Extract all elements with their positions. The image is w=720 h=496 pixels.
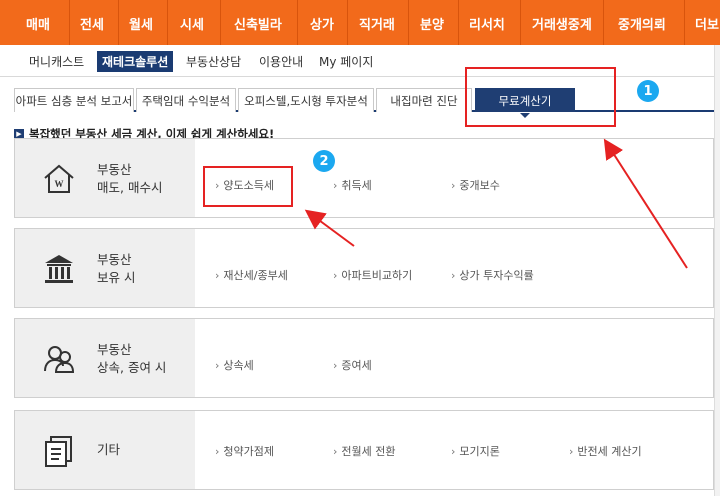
step-badge-1: 1 <box>637 80 659 102</box>
link-apartment-compare[interactable]: 아파트비교하기 <box>333 267 412 283</box>
link-semi-jeonse-calculator[interactable]: 반전세 계산기 <box>569 443 641 459</box>
tab-rental-income[interactable]: 주택임대 수익분석 <box>136 88 236 112</box>
nav-item-brokerage-request[interactable]: 중개의뢰 <box>618 14 666 33</box>
nav-item-more[interactable]: 더보 <box>695 14 719 33</box>
link-property-tax[interactable]: 재산세/종부세 <box>215 267 287 283</box>
subnav-my-page[interactable]: My 페이지 <box>314 51 378 72</box>
link-brokerage-fee[interactable]: 중개보수 <box>451 177 499 193</box>
tab-officetel-investment[interactable]: 오피스텔,도시형 투자분석 <box>238 88 374 112</box>
documents-icon <box>45 436 72 467</box>
nav-item-new-villa[interactable]: 신축빌라 <box>234 14 282 33</box>
nav-item-live-deals[interactable]: 거래생중계 <box>532 14 592 33</box>
link-mortgage-loan[interactable]: 모기지론 <box>451 443 499 459</box>
subnav-money-cast[interactable]: 머니캐스트 <box>24 51 89 72</box>
section-header: 부동산 보유 시 <box>15 229 195 307</box>
category-line1: 부동산 <box>97 252 132 267</box>
category-line1: 부동산 <box>97 162 132 177</box>
bank-building-icon <box>45 255 73 283</box>
category-line1: 부동산 <box>97 342 132 357</box>
svg-text:W: W <box>55 179 64 189</box>
subnav-finance-solution[interactable]: 재테크솔루션 <box>97 51 174 72</box>
category-line2: 매도, 매수시 <box>97 180 163 195</box>
category-line2: 상속, 증여 시 <box>97 360 167 375</box>
section-sale-purchase: W 부동산 매도, 매수시 양도소득세 취득세 중개보수 <box>14 138 714 218</box>
nav-item-sale[interactable]: 매매 <box>26 14 50 33</box>
subnav-real-estate-consult[interactable]: 부동산상담 <box>181 51 246 72</box>
link-inheritance-tax[interactable]: 상속세 <box>215 357 253 373</box>
nav-item-jeonse[interactable]: 전세 <box>80 14 104 33</box>
link-subscription-points[interactable]: 청약가점제 <box>215 443 274 459</box>
house-icon: W <box>44 164 74 193</box>
highlight-box-capital-gains <box>203 166 293 207</box>
link-gift-tax[interactable]: 증여세 <box>333 357 371 373</box>
link-commercial-yield[interactable]: 상가 투자수익률 <box>451 267 533 283</box>
section-header: 부동산 상속, 증여 시 <box>15 319 195 397</box>
category-line2: 보유 시 <box>97 270 136 285</box>
nav-item-market-price[interactable]: 시세 <box>180 14 204 33</box>
nav-item-monthly-rent[interactable]: 월세 <box>129 14 153 33</box>
nav-item-research[interactable]: 리서치 <box>469 14 505 33</box>
step-badge-2: 2 <box>313 150 335 172</box>
top-navigation: 매매 전세 월세 시세 신축빌라 상가 직거래 분양 리서치 거래생중계 중개의… <box>0 0 720 45</box>
nav-item-presale[interactable]: 분양 <box>420 14 444 33</box>
section-header: 기타 <box>15 411 195 489</box>
section-holding: 부동산 보유 시 재산세/종부세 아파트비교하기 상가 투자수익률 <box>14 228 714 308</box>
tab-apartment-report[interactable]: 아파트 심층 분석 보고서 <box>14 88 134 112</box>
link-lease-conversion[interactable]: 전월세 전환 <box>333 443 395 459</box>
tab-home-purchase-diagnosis[interactable]: 내집마련 진단 <box>376 88 472 112</box>
people-icon <box>44 346 75 373</box>
category-line1: 기타 <box>97 442 121 457</box>
section-inheritance-gift: 부동산 상속, 증여 시 상속세 증여세 <box>14 318 714 398</box>
scrollbar-track[interactable] <box>714 45 720 496</box>
section-other: 기타 청약가점제 전월세 전환 모기지론 반전세 계산기 <box>14 410 714 490</box>
nav-item-direct-deal[interactable]: 직거래 <box>359 14 395 33</box>
subnav-usage-guide[interactable]: 이용안내 <box>254 51 308 72</box>
section-header: W 부동산 매도, 매수시 <box>15 139 195 217</box>
link-acquisition-tax[interactable]: 취득세 <box>333 177 371 193</box>
nav-item-commercial[interactable]: 상가 <box>310 14 334 33</box>
highlight-box-free-calculator <box>465 67 616 127</box>
